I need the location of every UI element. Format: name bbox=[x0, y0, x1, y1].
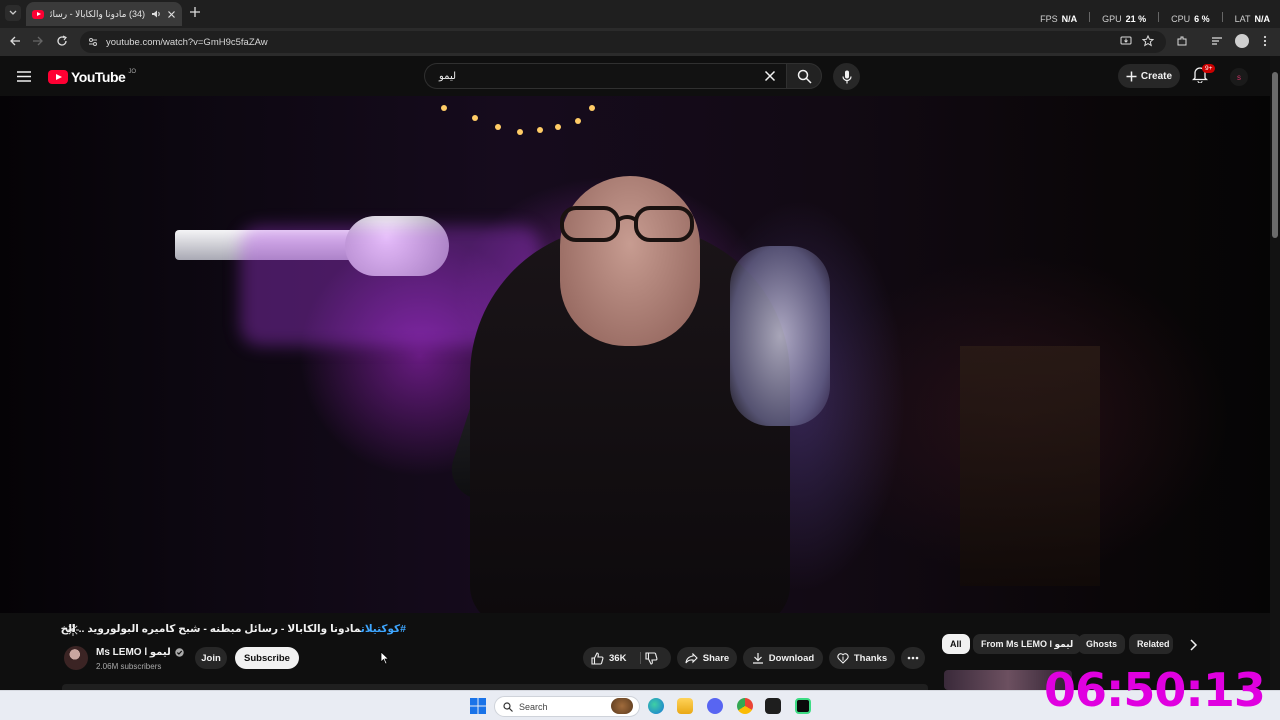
chip-all[interactable]: All bbox=[942, 634, 970, 654]
hamburger-menu-icon[interactable] bbox=[17, 71, 31, 82]
video-title-text: مادونا والكابالا - رسائل مبطنه - شبح كام… bbox=[60, 623, 361, 635]
search-query: ليمو bbox=[439, 70, 457, 82]
like-dislike-divider bbox=[640, 652, 641, 664]
search-input[interactable]: ليمو bbox=[424, 63, 786, 89]
site-info-icon[interactable] bbox=[88, 37, 98, 47]
room-shelf-shape bbox=[960, 346, 1100, 586]
chair-plastic-shape bbox=[730, 246, 830, 426]
download-button[interactable]: Download bbox=[743, 647, 823, 669]
file-explorer-icon[interactable] bbox=[677, 698, 693, 714]
close-tab-icon[interactable] bbox=[167, 10, 176, 19]
join-button[interactable]: Join bbox=[195, 647, 227, 669]
address-bar[interactable]: youtube.com/watch?v=GmH9c5faZAw bbox=[80, 31, 1166, 53]
channel-avatar[interactable] bbox=[64, 646, 88, 670]
reload-icon[interactable] bbox=[56, 35, 68, 47]
chevron-right-icon[interactable] bbox=[1188, 639, 1198, 651]
microphone-icon bbox=[841, 70, 852, 83]
back-icon[interactable] bbox=[9, 35, 21, 47]
android-app-icon[interactable] bbox=[795, 698, 811, 714]
share-button[interactable]: Share bbox=[677, 647, 737, 669]
more-horizontal-icon bbox=[907, 656, 919, 660]
terminal-icon[interactable] bbox=[765, 698, 781, 714]
profile-avatar[interactable] bbox=[1235, 34, 1249, 48]
verified-check-icon bbox=[175, 648, 184, 657]
youtube-favicon-icon bbox=[32, 9, 44, 19]
download-icon bbox=[752, 653, 763, 664]
search-icon bbox=[797, 69, 812, 84]
kebab-menu-icon[interactable] bbox=[1262, 35, 1268, 47]
install-app-icon[interactable] bbox=[1120, 35, 1132, 47]
dislike-icon[interactable] bbox=[645, 652, 658, 665]
mouse-cursor-icon bbox=[380, 651, 390, 665]
clear-search-icon[interactable] bbox=[764, 70, 776, 82]
browser-toolbar: youtube.com/watch?v=GmH9c5faZAw bbox=[0, 28, 1280, 56]
forward-icon[interactable] bbox=[32, 35, 44, 47]
scrollbar-thumb[interactable] bbox=[1272, 72, 1278, 238]
tab-title: (34) مادونا والكابالا - رسائل ... bbox=[50, 8, 145, 19]
performance-overlay: FPS N/A GPU 21 % CPU 6 % LAT N/A bbox=[1040, 12, 1270, 24]
extensions-icon[interactable] bbox=[1176, 35, 1188, 47]
url-text: youtube.com/watch?v=GmH9c5faZAw bbox=[106, 36, 268, 48]
search-button[interactable] bbox=[786, 63, 822, 89]
video-hashtag-link[interactable]: #كوكتيلات bbox=[361, 623, 406, 635]
create-button[interactable]: Create bbox=[1118, 64, 1180, 88]
chrome-icon[interactable] bbox=[737, 698, 753, 714]
subscriber-count: 2.06M subscribers bbox=[96, 662, 162, 671]
chip-ghosts[interactable]: Ghosts bbox=[1078, 634, 1126, 654]
video-player[interactable] bbox=[0, 96, 1270, 613]
new-tab-icon[interactable] bbox=[189, 6, 201, 18]
overlay-clock: 06:50:13 bbox=[1044, 663, 1266, 717]
windows-start-icon[interactable] bbox=[470, 698, 486, 714]
notification-count-badge: 9+ bbox=[1202, 64, 1216, 73]
cpu-readout: CPU 6 % bbox=[1171, 14, 1210, 24]
account-avatar[interactable]: s bbox=[1230, 68, 1248, 86]
string-lights-decor bbox=[441, 105, 595, 135]
subscribe-button[interactable]: Subscribe bbox=[235, 647, 299, 669]
search-highlight-icon bbox=[611, 698, 633, 714]
edge-browser-icon[interactable] bbox=[648, 698, 664, 714]
presenter-face-shape bbox=[560, 176, 700, 346]
reading-list-icon[interactable] bbox=[1211, 35, 1223, 47]
like-count[interactable]: 36K bbox=[609, 653, 626, 664]
discord-icon[interactable] bbox=[707, 698, 723, 714]
bookmark-star-icon[interactable] bbox=[1142, 35, 1154, 47]
youtube-header: YouTube JO ليمو Create 9+ s bbox=[0, 56, 1280, 96]
fps-readout: FPS N/A bbox=[1040, 14, 1078, 24]
browser-tab[interactable]: (34) مادونا والكابالا - رسائل ... bbox=[26, 2, 182, 26]
youtube-logo[interactable]: YouTube JO bbox=[48, 69, 136, 85]
share-icon bbox=[685, 652, 698, 663]
thanks-button[interactable]: Thanks bbox=[829, 647, 895, 669]
voice-search-button[interactable] bbox=[833, 63, 860, 90]
gpu-readout: GPU 21 % bbox=[1102, 14, 1147, 24]
browser-tab-strip: (34) مادونا والكابالا - رسائل ... FPSN/A… bbox=[0, 0, 1280, 28]
thanks-heart-dollar-icon bbox=[837, 653, 849, 664]
search-icon bbox=[503, 701, 513, 712]
channel-name[interactable]: Ms LEMO l ليمو bbox=[96, 647, 184, 658]
plus-icon bbox=[1126, 71, 1137, 81]
chip-related[interactable]: Related bbox=[1129, 634, 1173, 654]
tab-search-button[interactable] bbox=[5, 5, 21, 21]
video-title: #كوكتيلاتمادونا والكابالا - رسائل مبطنه … bbox=[61, 623, 406, 639]
latency-readout: LAT N/A bbox=[1234, 14, 1270, 24]
youtube-play-icon bbox=[48, 70, 68, 84]
speaker-icon[interactable] bbox=[151, 9, 161, 19]
like-icon[interactable] bbox=[591, 651, 604, 665]
more-actions-button[interactable] bbox=[901, 647, 925, 669]
chevron-down-icon bbox=[9, 10, 17, 15]
glasses-shape bbox=[560, 206, 694, 242]
chip-from-channel[interactable]: From Ms LEMO l ليمو bbox=[973, 634, 1082, 654]
